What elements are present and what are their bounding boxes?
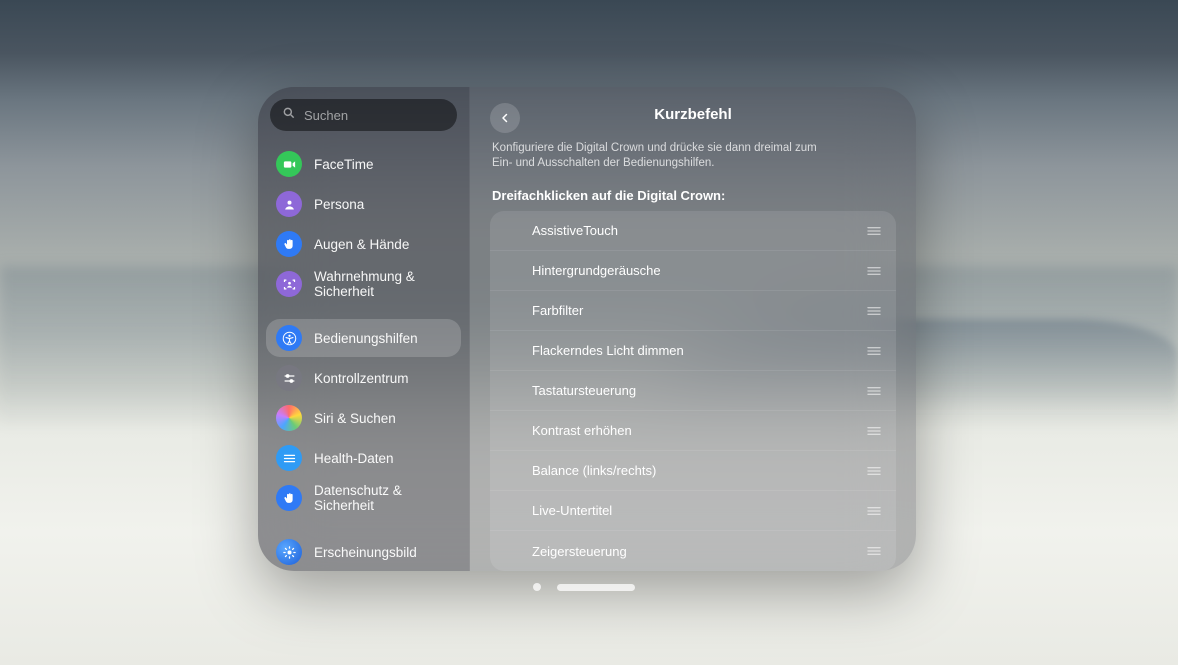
option-row[interactable]: Flackerndes Licht dimmen xyxy=(490,331,896,371)
sidebar-item-label: FaceTime xyxy=(314,157,374,172)
sidebar-item-label: Health-Daten xyxy=(314,451,394,466)
sidebar-item-accessibility[interactable]: Bedienungshilfen xyxy=(266,319,461,357)
option-label: Hintergrundgeräusche xyxy=(532,263,866,278)
reorder-handle-icon[interactable] xyxy=(866,265,882,277)
sidebar-nav: FaceTime Persona Augen & Hände Wahrnehmu… xyxy=(266,145,461,571)
option-label: Tastatursteuerung xyxy=(532,383,866,398)
option-row[interactable]: Farbfilter xyxy=(490,291,896,331)
reorder-handle-icon[interactable] xyxy=(866,305,882,317)
brightness-icon xyxy=(276,539,302,565)
sidebar-item-eyes-hands[interactable]: Augen & Hände xyxy=(266,225,461,263)
person-icon xyxy=(276,191,302,217)
option-row[interactable]: Live-Untertitel xyxy=(490,491,896,531)
sliders-icon xyxy=(276,365,302,391)
hand-icon xyxy=(276,231,302,257)
health-icon xyxy=(276,445,302,471)
detail-header: Kurzbefehl xyxy=(490,101,896,129)
settings-window: FaceTime Persona Augen & Hände Wahrnehmu… xyxy=(258,87,916,571)
sidebar-item-label: Wahrnehmung & Sicherheit xyxy=(314,269,451,299)
hand-raised-icon xyxy=(276,485,302,511)
search-field[interactable] xyxy=(270,99,457,131)
search-icon xyxy=(282,106,304,125)
option-label: Farbfilter xyxy=(532,303,866,318)
video-icon xyxy=(276,151,302,177)
option-row[interactable]: Balance (links/rechts) xyxy=(490,451,896,491)
option-label: Flackerndes Licht dimmen xyxy=(532,343,866,358)
accessibility-icon xyxy=(276,325,302,351)
option-row[interactable]: Tastatursteuerung xyxy=(490,371,896,411)
option-label: Zeigersteuerung xyxy=(532,544,866,559)
reorder-handle-icon[interactable] xyxy=(866,505,882,517)
home-indicator[interactable] xyxy=(533,583,635,591)
option-label: Kontrast erhöhen xyxy=(532,423,866,438)
sidebar-item-label: Datenschutz & Sicherheit xyxy=(314,483,451,513)
option-label: AssistiveTouch xyxy=(532,223,866,238)
option-row[interactable]: AssistiveTouch xyxy=(490,211,896,251)
shortcut-options-list: AssistiveTouch Hintergrundgeräusche Farb… xyxy=(490,211,896,571)
indicator-bar xyxy=(557,584,635,591)
sidebar-item-label: Bedienungshilfen xyxy=(314,331,418,346)
sidebar-item-label: Kontrollzentrum xyxy=(314,371,409,386)
siri-icon xyxy=(276,405,302,431)
sidebar-item-control-center[interactable]: Kontrollzentrum xyxy=(266,359,461,397)
option-row[interactable]: Zeigersteuerung xyxy=(490,531,896,571)
sidebar-item-label: Augen & Hände xyxy=(314,237,409,252)
sidebar-item-label: Persona xyxy=(314,197,364,212)
option-label: Balance (links/rechts) xyxy=(532,463,866,478)
reorder-handle-icon[interactable] xyxy=(866,545,882,557)
sidebar-item-health[interactable]: Health-Daten xyxy=(266,439,461,477)
sidebar-item-persona[interactable]: Persona xyxy=(266,185,461,223)
sidebar-item-siri[interactable]: Siri & Suchen xyxy=(266,399,461,437)
sidebar-item-label: Siri & Suchen xyxy=(314,411,396,426)
sidebar-item-appearance[interactable]: Erscheinungsbild xyxy=(266,533,461,571)
search-input[interactable] xyxy=(304,108,470,123)
sidebar-item-label: Erscheinungsbild xyxy=(314,545,417,560)
sidebar-item-awareness[interactable]: Wahrnehmung & Sicherheit xyxy=(266,265,461,303)
sidebar: FaceTime Persona Augen & Hände Wahrnehmu… xyxy=(258,87,470,571)
sidebar-item-privacy[interactable]: Datenschutz & Sicherheit xyxy=(266,479,461,517)
reorder-handle-icon[interactable] xyxy=(866,465,882,477)
reorder-handle-icon[interactable] xyxy=(866,425,882,437)
section-label: Dreifachklicken auf die Digital Crown: xyxy=(492,188,894,203)
main-panel: Kurzbefehl Konfiguriere die Digital Crow… xyxy=(470,87,916,571)
page-subtitle: Konfiguriere die Digital Crown und drück… xyxy=(492,141,832,172)
reorder-handle-icon[interactable] xyxy=(866,225,882,237)
indicator-dot xyxy=(533,583,541,591)
reorder-handle-icon[interactable] xyxy=(866,385,882,397)
reorder-handle-icon[interactable] xyxy=(866,345,882,357)
option-row[interactable]: Hintergrundgeräusche xyxy=(490,251,896,291)
sidebar-item-facetime[interactable]: FaceTime xyxy=(266,145,461,183)
person-frame-icon xyxy=(276,271,302,297)
option-row[interactable]: Kontrast erhöhen xyxy=(490,411,896,451)
option-label: Live-Untertitel xyxy=(532,503,866,518)
back-button[interactable] xyxy=(490,103,520,133)
page-title: Kurzbefehl xyxy=(654,106,732,123)
